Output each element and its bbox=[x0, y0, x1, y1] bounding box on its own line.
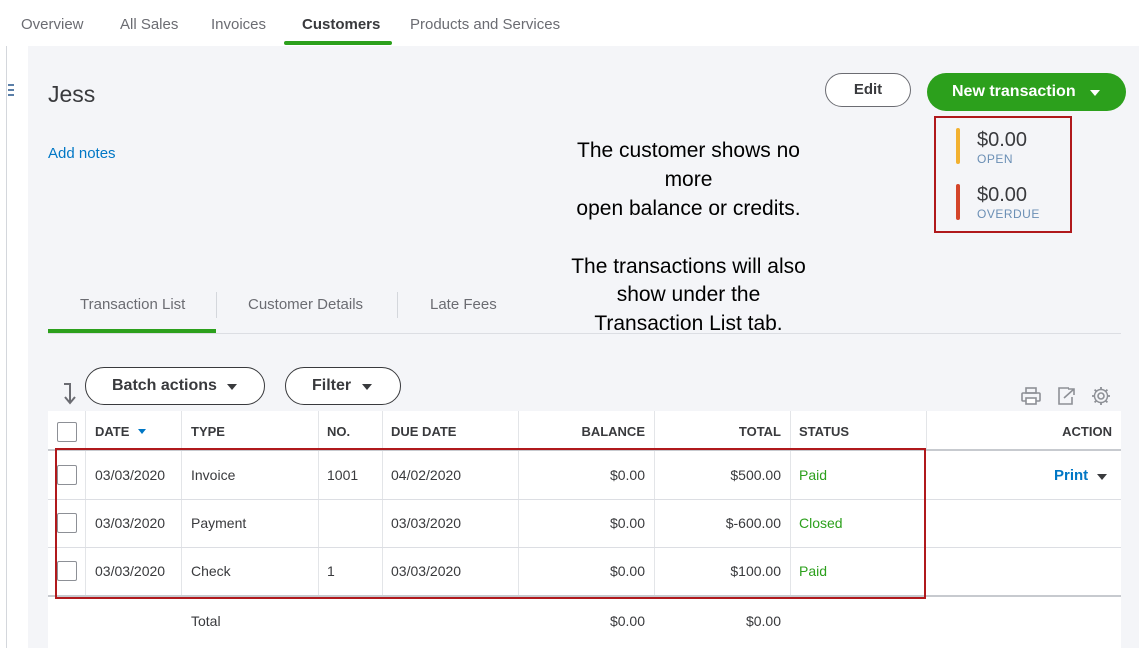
column-header-status[interactable]: STATUS bbox=[799, 424, 849, 439]
open-amount: $0.00 bbox=[977, 129, 1028, 151]
table-header-row: DATE TYPE NO. DUE DATE BALANCE TOTAL STA… bbox=[48, 411, 1121, 449]
chevron-down-icon bbox=[227, 384, 237, 390]
print-link[interactable]: Print bbox=[1054, 467, 1088, 484]
footer-total-label: Total bbox=[191, 613, 221, 629]
column-header-balance[interactable]: BALANCE bbox=[518, 424, 645, 439]
tab-overview[interactable]: Overview bbox=[21, 16, 84, 33]
settings-gear-icon[interactable] bbox=[1090, 385, 1112, 407]
footer-total: $0.00 bbox=[745, 613, 781, 629]
column-header-no[interactable]: NO. bbox=[327, 424, 350, 439]
top-navigation: Overview All Sales Invoices Customers Pr… bbox=[0, 0, 1139, 46]
overdue-amount: $0.00 bbox=[977, 184, 1028, 206]
column-divider bbox=[926, 411, 927, 449]
tab-products-and-services[interactable]: Products and Services bbox=[410, 16, 560, 33]
column-header-action: ACTION bbox=[1062, 424, 1112, 439]
filter-label: Filter bbox=[312, 377, 352, 394]
annotation-line: The customer shows no bbox=[577, 139, 800, 162]
tab-all-sales[interactable]: All Sales bbox=[120, 16, 178, 33]
panel-divider bbox=[6, 46, 7, 648]
annotation-line: show under the bbox=[616, 283, 761, 306]
sort-arrow-icon[interactable] bbox=[60, 382, 78, 406]
annotation-line: more bbox=[664, 168, 713, 191]
tab-customers[interactable]: Customers bbox=[302, 16, 380, 33]
highlight-box bbox=[55, 448, 926, 599]
subtab-customer-details[interactable]: Customer Details bbox=[248, 296, 363, 313]
edit-button[interactable]: Edit bbox=[825, 73, 911, 107]
tab-invoices[interactable]: Invoices bbox=[211, 16, 266, 33]
active-subtab-indicator bbox=[48, 329, 216, 333]
subtab-baseline bbox=[48, 333, 1121, 334]
open-indicator-bar bbox=[956, 128, 960, 164]
subtab-late-fees[interactable]: Late Fees bbox=[430, 296, 497, 313]
new-transaction-label: New transaction bbox=[952, 83, 1076, 100]
chevron-down-icon bbox=[1090, 90, 1100, 96]
new-transaction-button[interactable]: New transaction bbox=[927, 73, 1126, 111]
annotation-line: open balance or credits. bbox=[576, 197, 801, 220]
select-all-checkbox[interactable] bbox=[57, 422, 77, 442]
overdue-label: OVERDUE bbox=[977, 207, 1040, 221]
overdue-indicator-bar bbox=[956, 184, 960, 220]
column-header-total[interactable]: TOTAL bbox=[654, 424, 781, 439]
balance-summary: $0.00 OPEN $0.00 OVERDUE bbox=[934, 116, 1072, 233]
table-footer-row: Total $0.00 $0.00 bbox=[48, 597, 1121, 645]
footer-balance: $0.00 bbox=[609, 613, 645, 629]
annotation-line: The transactions will also bbox=[571, 255, 806, 278]
active-tab-indicator bbox=[284, 41, 392, 45]
customer-name: Jess bbox=[48, 81, 96, 107]
add-notes-link[interactable]: Add notes bbox=[48, 145, 116, 162]
chevron-down-icon[interactable] bbox=[1097, 474, 1107, 480]
batch-actions-label: Batch actions bbox=[112, 377, 217, 394]
chevron-down-icon bbox=[362, 384, 372, 390]
batch-actions-button[interactable]: Batch actions bbox=[85, 367, 265, 405]
column-header-type[interactable]: TYPE bbox=[191, 424, 225, 439]
subtab-divider bbox=[397, 292, 398, 318]
column-header-due-date[interactable]: DUE DATE bbox=[391, 424, 456, 439]
sort-down-icon bbox=[138, 429, 147, 434]
column-header-date[interactable]: DATE bbox=[95, 424, 147, 439]
subtab-transaction-list[interactable]: Transaction List bbox=[80, 296, 185, 313]
drawer-toggle-icon[interactable] bbox=[8, 84, 18, 100]
filter-button[interactable]: Filter bbox=[285, 367, 401, 405]
print-icon[interactable] bbox=[1020, 385, 1042, 407]
export-icon[interactable] bbox=[1055, 385, 1077, 407]
open-label: OPEN bbox=[977, 152, 1014, 166]
column-header-date-label: DATE bbox=[95, 424, 130, 439]
subtab-divider bbox=[216, 292, 217, 318]
